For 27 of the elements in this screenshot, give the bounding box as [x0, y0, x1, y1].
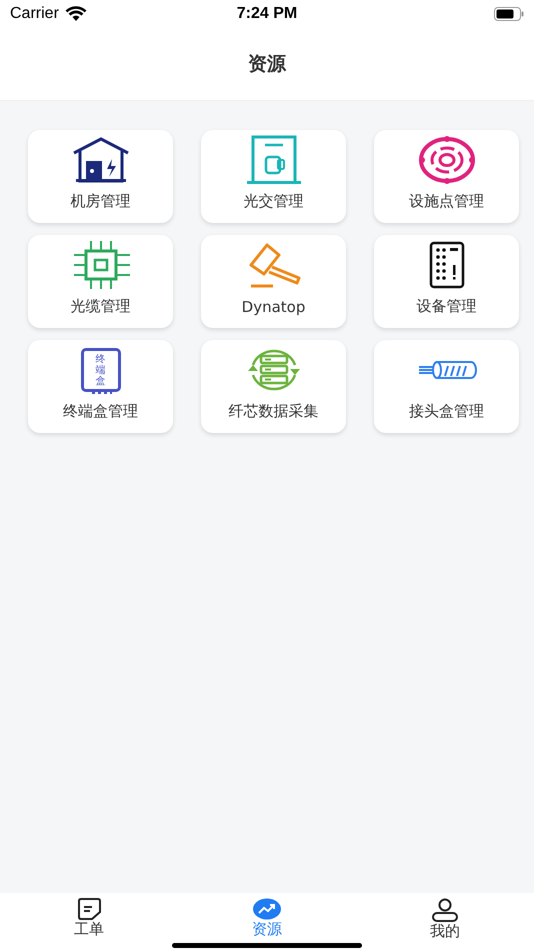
house-icon	[72, 137, 130, 183]
wifi-icon	[64, 6, 87, 22]
carrier-name: Carrier	[10, 5, 59, 23]
tab-item[interactable]: 资源	[178, 893, 356, 950]
remote-control-icon	[428, 241, 464, 289]
terminal-box-icon: 终 端 盒	[80, 348, 120, 392]
menu-tile[interactable]: 纤芯数据采集	[201, 340, 346, 433]
menu-tile[interactable]: 接头盒管理	[374, 340, 519, 433]
status-time: 7:24 PM	[236, 5, 298, 23]
battery-icon	[494, 7, 524, 21]
tab-item[interactable]: 我的	[356, 893, 534, 950]
menu-tile[interactable]: 光缆管理	[28, 235, 173, 328]
cabinet-icon	[244, 135, 302, 185]
cable-icon	[416, 358, 476, 382]
menu-tile[interactable]: 光交管理	[201, 130, 346, 223]
trend-icon	[252, 898, 282, 920]
target-icon	[418, 136, 476, 184]
note-icon	[77, 898, 101, 920]
menu-tile[interactable]: Dynatop	[201, 235, 346, 328]
chip-icon	[72, 241, 130, 289]
menu-tile[interactable]: 设备管理	[374, 235, 519, 328]
menu-tile[interactable]: 设施点管理	[374, 130, 519, 223]
menu-tile[interactable]: 终 端 盒 终端盒管理	[28, 340, 173, 433]
tab-item[interactable]: 工单	[0, 893, 178, 950]
page-title: 资源	[248, 52, 286, 77]
menu-tile[interactable]: 机房管理	[28, 130, 173, 223]
person-icon	[431, 898, 459, 922]
